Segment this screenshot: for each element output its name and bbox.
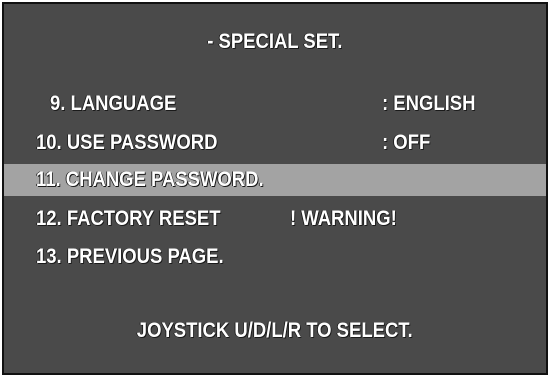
- menu-title-text: - SPECIAL SET.: [207, 30, 343, 53]
- use-password-value: : OFF: [382, 131, 431, 154]
- menu-item-use-password[interactable]: 10. USE PASSWORD : OFF: [4, 127, 546, 159]
- menu-item-previous-page[interactable]: 13. PREVIOUS PAGE.: [4, 241, 546, 273]
- footer-instructions-text: JOYSTICK U/D/L/R TO SELECT.: [137, 319, 413, 342]
- menu-item-label: 10. USE PASSWORD: [36, 131, 218, 154]
- osd-menu-screen: - SPECIAL SET. 9. LANGUAGE : ENGLISH 10.…: [2, 2, 548, 375]
- footer-instructions: JOYSTICK U/D/L/R TO SELECT.: [4, 319, 546, 343]
- menu-item-label: 13. PREVIOUS PAGE.: [36, 245, 224, 268]
- menu-item-label: 12. FACTORY RESET: [36, 207, 221, 230]
- menu-item-change-password[interactable]: 11. CHANGE PASSWORD.: [4, 164, 546, 196]
- menu-item-factory-reset[interactable]: 12. FACTORY RESET ! WARNING!: [4, 203, 546, 235]
- menu-item-label: 11. CHANGE PASSWORD.: [36, 168, 264, 191]
- language-value: : ENGLISH: [382, 92, 476, 115]
- menu-item-label: 9. LANGUAGE: [50, 92, 177, 115]
- factory-reset-warning: ! WARNING!: [290, 207, 397, 230]
- menu-title: - SPECIAL SET.: [4, 30, 546, 54]
- menu-item-language[interactable]: 9. LANGUAGE : ENGLISH: [4, 88, 546, 120]
